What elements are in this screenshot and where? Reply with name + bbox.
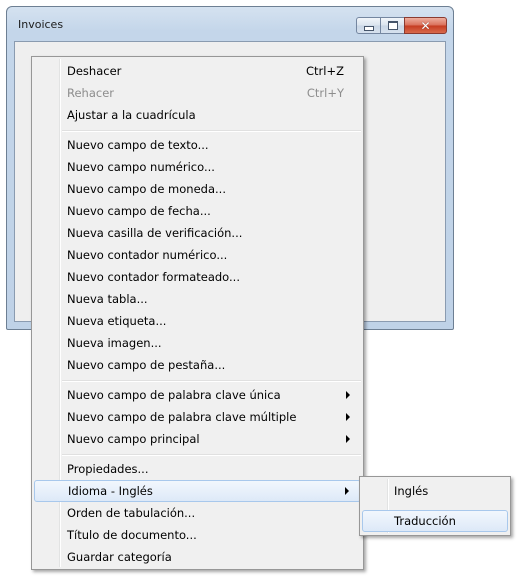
- menu-item-new-numeric-field[interactable]: Nuevo campo numérico...: [34, 156, 361, 178]
- menu-item-label: Nuevo contador formateado...: [67, 270, 240, 284]
- menu-item-document-title[interactable]: Título de documento...: [34, 524, 361, 546]
- submenu-item-english[interactable]: Inglés: [362, 480, 508, 502]
- close-button[interactable]: ✕: [404, 17, 447, 34]
- menu-item-label: Deshacer: [67, 64, 122, 78]
- menu-item-label: Idioma - Inglés: [68, 484, 153, 498]
- menu-item-label: Nueva imagen...: [67, 336, 162, 350]
- menu-item-label: Nuevo campo de palabra clave única: [67, 388, 281, 402]
- menu-item-new-checkbox[interactable]: Nueva casilla de verificación...: [34, 222, 361, 244]
- menu-separator: [62, 130, 361, 132]
- minimize-button[interactable]: [356, 17, 381, 34]
- menu-item-new-formatted-counter[interactable]: Nuevo contador formateado...: [34, 266, 361, 288]
- menu-item-label: Título de documento...: [67, 528, 197, 542]
- menu-item-new-tab-field[interactable]: Nuevo campo de pestaña...: [34, 354, 361, 376]
- context-menu: Deshacer Ctrl+Z Rehacer Ctrl+Y Ajustar a…: [31, 56, 364, 570]
- menu-item-new-date-field[interactable]: Nuevo campo de fecha...: [34, 200, 361, 222]
- submenu-item-label: Inglés: [394, 484, 429, 498]
- menu-item-new-image[interactable]: Nueva imagen...: [34, 332, 361, 354]
- submenu-arrow-icon: [346, 435, 350, 443]
- menu-item-undo[interactable]: Deshacer Ctrl+Z: [34, 60, 361, 82]
- caption-buttons: ✕: [356, 17, 447, 34]
- menu-item-language[interactable]: Idioma - Inglés: [34, 480, 361, 502]
- menu-item-redo: Rehacer Ctrl+Y: [34, 82, 361, 104]
- menu-item-label: Nuevo campo de fecha...: [67, 204, 211, 218]
- menu-item-label: Orden de tabulación...: [67, 506, 196, 520]
- menu-item-new-multi-keyword-field[interactable]: Nuevo campo de palabra clave múltiple: [34, 406, 361, 428]
- menu-item-label: Nueva etiqueta...: [67, 314, 167, 328]
- menu-item-new-currency-field[interactable]: Nuevo campo de moneda...: [34, 178, 361, 200]
- menu-item-snap-to-grid[interactable]: Ajustar a la cuadrícula: [34, 104, 361, 126]
- maximize-icon: [387, 21, 398, 30]
- menu-item-label: Nuevo campo de moneda...: [67, 182, 226, 196]
- menu-item-shortcut: Ctrl+Z: [306, 64, 344, 78]
- submenu-item-translation[interactable]: Traducción: [362, 510, 508, 532]
- menu-item-label: Nueva tabla...: [67, 292, 148, 306]
- menu-item-label: Nuevo campo de pestaña...: [67, 358, 226, 372]
- submenu-arrow-icon: [346, 391, 350, 399]
- menu-item-new-main-field[interactable]: Nuevo campo principal: [34, 428, 361, 450]
- menu-separator: [62, 454, 361, 456]
- menu-item-label: Nuevo campo de palabra clave múltiple: [67, 410, 297, 424]
- language-submenu: Inglés Traducción: [359, 476, 511, 536]
- menu-item-new-label[interactable]: Nueva etiqueta...: [34, 310, 361, 332]
- maximize-button[interactable]: [380, 17, 405, 34]
- submenu-arrow-icon: [345, 487, 349, 495]
- menu-item-label: Ajustar a la cuadrícula: [67, 108, 196, 122]
- menu-item-tab-order[interactable]: Orden de tabulación...: [34, 502, 361, 524]
- menu-item-new-numeric-counter[interactable]: Nuevo contador numérico...: [34, 244, 361, 266]
- menu-item-label: Nuevo contador numérico...: [67, 248, 228, 262]
- menu-item-save-category[interactable]: Guardar categoría: [34, 546, 361, 568]
- menu-item-label: Propiedades...: [67, 462, 149, 476]
- close-icon: ✕: [420, 18, 431, 33]
- menu-item-label: Nuevo campo principal: [67, 432, 200, 446]
- window-title: Invoices: [18, 18, 64, 31]
- menu-item-label: Nueva casilla de verificación...: [67, 226, 243, 240]
- menu-item-new-text-field[interactable]: Nuevo campo de texto...: [34, 134, 361, 156]
- menu-item-new-single-keyword-field[interactable]: Nuevo campo de palabra clave única: [34, 384, 361, 406]
- menu-item-label: Nuevo campo de texto...: [67, 138, 209, 152]
- menu-item-new-table[interactable]: Nueva tabla...: [34, 288, 361, 310]
- minimize-icon: [363, 25, 374, 31]
- menu-separator: [62, 380, 361, 382]
- menu-item-label: Guardar categoría: [67, 550, 172, 564]
- submenu-arrow-icon: [346, 413, 350, 421]
- menu-item-properties[interactable]: Propiedades...: [34, 458, 361, 480]
- menu-item-label: Nuevo campo numérico...: [67, 160, 215, 174]
- submenu-item-label: Traducción: [394, 514, 456, 528]
- menu-item-shortcut: Ctrl+Y: [306, 86, 344, 100]
- menu-item-label: Rehacer: [67, 86, 115, 100]
